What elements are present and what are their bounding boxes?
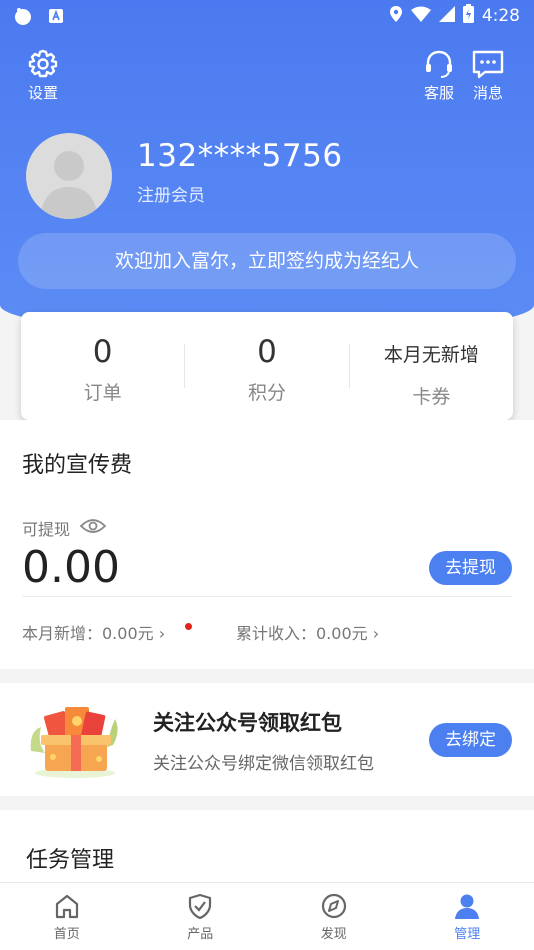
member-level: 注册会员 [137, 186, 205, 206]
follow-subtitle: 关注公众号绑定微信领取红包 [153, 754, 374, 774]
avatar[interactable] [26, 133, 112, 219]
orders-count: 0 [92, 334, 113, 370]
wifi-icon [410, 6, 431, 27]
stats-card: 0 订单 0 积分 本月无新增 卡券 [21, 312, 513, 420]
nav-manage-label: 管理 [454, 927, 481, 942]
signal-icon [438, 5, 455, 27]
new-badge-dot [185, 623, 192, 630]
promotion-fee-section: 我的宣传费 可提现 0.00 去提现 本月新增：0.00元 › 累计收入：0.0… [0, 420, 534, 669]
service-label: 客服 [423, 84, 454, 102]
nav-manage[interactable]: 管理 [401, 883, 534, 950]
nav-home[interactable]: 首页 [0, 883, 134, 950]
withdrawable-amount: 0.00 [22, 542, 120, 593]
gear-icon [26, 48, 60, 80]
nav-products-label: 产品 [187, 927, 214, 942]
nav-products[interactable]: 产品 [134, 883, 268, 950]
month-new-text: 本月新增：0.00元 [22, 624, 154, 643]
red-packet-gift-icon [25, 701, 125, 779]
headset-icon [422, 48, 456, 80]
divider [22, 596, 512, 597]
settings-button[interactable]: 设置 [26, 48, 60, 103]
clock-time: 4:28 [481, 6, 520, 26]
bind-button[interactable]: 去绑定 [429, 723, 512, 757]
total-income-link[interactable]: 累计收入：0.00元 › [236, 620, 379, 644]
coupons-status: 本月无新增 [383, 344, 479, 366]
nav-discover-label: 发现 [320, 927, 347, 942]
battery-icon [462, 4, 474, 28]
home-icon [0, 892, 134, 920]
default-avatar-icon [40, 151, 98, 219]
follow-title: 关注公众号领取红包 [153, 711, 342, 735]
nav-discover[interactable]: 发现 [267, 883, 401, 950]
message-button[interactable]: 消息 [471, 48, 505, 103]
task-management-section: 任务管理 [0, 810, 534, 882]
sign-agent-banner[interactable]: 欢迎加入富尔，立即签约成为经纪人 [18, 233, 516, 289]
orders-stat[interactable]: 0 订单 [21, 312, 184, 420]
compass-icon [267, 892, 401, 920]
section-title: 我的宣传费 [22, 453, 133, 478]
month-new-link[interactable]: 本月新增：0.00元 › [22, 620, 165, 644]
withdrawable-row: 可提现 [22, 516, 107, 540]
orders-label: 订单 [83, 382, 122, 404]
chevron-right-icon: › [372, 624, 380, 643]
follow-account-card: 关注公众号领取红包 关注公众号绑定微信领取红包 去绑定 [0, 683, 534, 796]
points-count: 0 [257, 334, 277, 370]
total-income-text: 累计收入：0.00元 [236, 624, 368, 643]
location-icon [389, 5, 403, 28]
user-icon [401, 892, 534, 920]
bottom-nav: 首页 产品 发现 管理 [0, 882, 534, 950]
coupons-stat[interactable]: 本月无新增 卡券 [350, 312, 513, 420]
app-notification-icon [12, 6, 34, 30]
user-phone: 132****5756 [137, 138, 343, 174]
points-stat[interactable]: 0 积分 [185, 312, 348, 420]
status-bar: 4:28 [0, 0, 534, 30]
customer-service-button[interactable]: 客服 [422, 48, 456, 103]
font-notification-icon [48, 8, 64, 28]
task-title: 任务管理 [26, 848, 115, 873]
nav-home-label: 首页 [53, 927, 80, 942]
withdrawable-label: 可提现 [22, 520, 71, 539]
coupons-label: 卡券 [412, 386, 451, 408]
withdraw-button[interactable]: 去提现 [429, 551, 512, 585]
chevron-right-icon: › [158, 624, 166, 643]
message-label: 消息 [472, 84, 503, 102]
shield-check-icon [134, 892, 268, 920]
points-label: 积分 [247, 382, 286, 404]
settings-label: 设置 [27, 84, 58, 102]
chat-bubble-icon [471, 48, 505, 80]
eye-icon[interactable] [79, 518, 107, 538]
